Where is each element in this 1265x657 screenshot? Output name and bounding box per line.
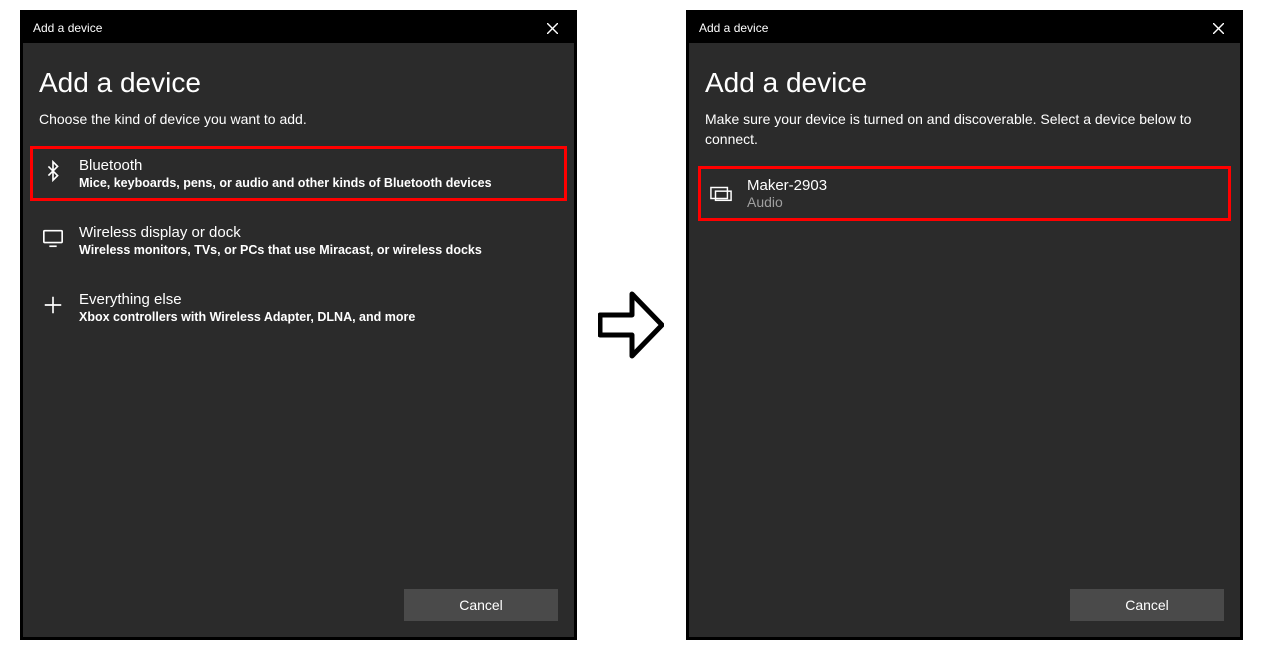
option-title: Bluetooth xyxy=(79,157,492,174)
titlebar: Add a device xyxy=(23,13,574,43)
page-subheading: Choose the kind of device you want to ad… xyxy=(39,109,558,129)
option-subtitle: Xbox controllers with Wireless Adapter, … xyxy=(79,310,415,324)
cancel-button[interactable]: Cancel xyxy=(1070,589,1224,621)
page-title: Add a device xyxy=(705,67,1224,99)
dialog-footer: Cancel xyxy=(23,589,574,637)
device-item-maker2903[interactable]: Maker-2903 Audio xyxy=(698,166,1231,221)
option-title: Everything else xyxy=(79,291,415,308)
option-title: Wireless display or dock xyxy=(79,224,482,241)
option-body: Wireless display or dock Wireless monito… xyxy=(79,224,482,257)
option-bluetooth[interactable]: Bluetooth Mice, keyboards, pens, or audi… xyxy=(30,146,567,201)
add-device-dialog-step2: Add a device Add a device Make sure your… xyxy=(686,10,1243,640)
device-body: Maker-2903 Audio xyxy=(747,177,827,210)
heading-area: Add a device Choose the kind of device y… xyxy=(23,43,574,129)
titlebar-text: Add a device xyxy=(699,21,768,35)
page-subheading: Make sure your device is turned on and d… xyxy=(705,109,1224,149)
close-icon xyxy=(547,23,558,34)
dialog-footer: Cancel xyxy=(689,589,1240,637)
option-subtitle: Wireless monitors, TVs, or PCs that use … xyxy=(79,243,482,257)
add-device-dialog-step1: Add a device Add a device Choose the kin… xyxy=(20,10,577,640)
dialog-inner: Add a device Add a device Make sure your… xyxy=(689,13,1240,637)
close-button[interactable] xyxy=(538,18,566,38)
device-list: Maker-2903 Audio xyxy=(689,169,1240,218)
close-icon xyxy=(1213,23,1224,34)
close-button[interactable] xyxy=(1204,18,1232,38)
plus-icon xyxy=(39,291,67,319)
page-title: Add a device xyxy=(39,67,558,99)
monitor-icon xyxy=(39,224,67,252)
option-body: Bluetooth Mice, keyboards, pens, or audi… xyxy=(79,157,492,190)
device-name: Maker-2903 xyxy=(747,177,827,194)
option-wireless-display[interactable]: Wireless display or dock Wireless monito… xyxy=(33,216,564,265)
device-icon xyxy=(707,179,735,207)
dialog-inner: Add a device Add a device Choose the kin… xyxy=(23,13,574,637)
arrow-icon xyxy=(598,288,664,362)
cancel-button[interactable]: Cancel xyxy=(404,589,558,621)
heading-area: Add a device Make sure your device is tu… xyxy=(689,43,1240,149)
bluetooth-icon xyxy=(39,157,67,185)
titlebar-text: Add a device xyxy=(33,21,102,35)
device-type: Audio xyxy=(747,194,827,210)
option-list: Bluetooth Mice, keyboards, pens, or audi… xyxy=(23,149,574,332)
option-body: Everything else Xbox controllers with Wi… xyxy=(79,291,415,324)
option-subtitle: Mice, keyboards, pens, or audio and othe… xyxy=(79,176,492,190)
titlebar: Add a device xyxy=(689,13,1240,43)
option-everything-else[interactable]: Everything else Xbox controllers with Wi… xyxy=(33,283,564,332)
